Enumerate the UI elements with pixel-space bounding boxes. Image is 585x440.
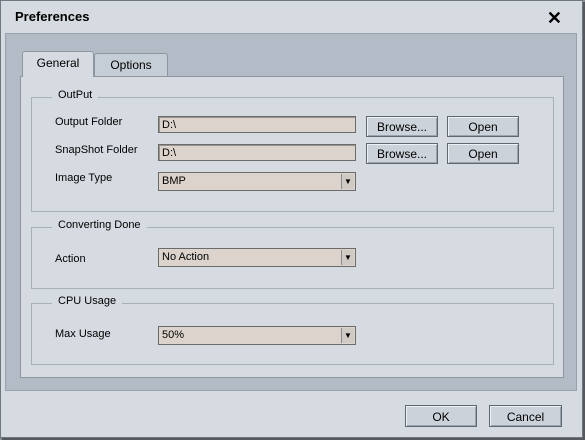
general-tab-page: OutPut Output Folder D:\ Browse... Open … bbox=[20, 76, 564, 378]
output-folder-field[interactable]: D:\ bbox=[158, 116, 356, 133]
cpu-usage-group: CPU Usage Max Usage 50% ▼ bbox=[31, 295, 554, 365]
action-value: No Action bbox=[162, 251, 210, 263]
output-group: OutPut Output Folder D:\ Browse... Open … bbox=[31, 89, 554, 212]
image-type-select[interactable]: BMP ▼ bbox=[158, 172, 356, 191]
action-label: Action bbox=[55, 253, 86, 265]
ok-button[interactable]: OK bbox=[405, 405, 477, 427]
converting-done-group: Converting Done Action No Action ▼ bbox=[31, 219, 554, 289]
content-panel: General Options OutPut Output Folder D:\… bbox=[5, 33, 577, 391]
action-select[interactable]: No Action ▼ bbox=[158, 248, 356, 267]
snapshot-folder-field[interactable]: D:\ bbox=[158, 144, 356, 161]
close-icon[interactable]: ✕ bbox=[547, 9, 562, 27]
output-browse-button[interactable]: Browse... bbox=[366, 116, 438, 137]
max-usage-value: 50% bbox=[162, 329, 185, 341]
output-group-legend: OutPut bbox=[52, 89, 99, 101]
snapshot-browse-button[interactable]: Browse... bbox=[366, 143, 438, 164]
max-usage-label: Max Usage bbox=[55, 328, 111, 340]
output-open-button[interactable]: Open bbox=[447, 116, 519, 137]
tab-options[interactable]: Options bbox=[94, 53, 168, 76]
tab-general[interactable]: General bbox=[22, 51, 94, 77]
output-folder-label: Output Folder bbox=[55, 116, 123, 128]
dialog-title: Preferences bbox=[15, 9, 90, 24]
snapshot-folder-label: SnapShot Folder bbox=[55, 144, 138, 156]
image-type-value: BMP bbox=[162, 175, 186, 187]
chevron-down-icon[interactable]: ▼ bbox=[341, 328, 354, 343]
cpu-usage-legend: CPU Usage bbox=[52, 295, 123, 307]
preferences-dialog: Preferences ✕ General Options OutPut Out… bbox=[0, 0, 583, 438]
chevron-down-icon[interactable]: ▼ bbox=[341, 250, 354, 265]
cancel-button[interactable]: Cancel bbox=[489, 405, 562, 427]
title-bar: Preferences ✕ bbox=[1, 1, 582, 33]
max-usage-select[interactable]: 50% ▼ bbox=[158, 326, 356, 345]
chevron-down-icon[interactable]: ▼ bbox=[341, 174, 354, 189]
snapshot-open-button[interactable]: Open bbox=[447, 143, 519, 164]
image-type-label: Image Type bbox=[55, 172, 113, 184]
converting-done-legend: Converting Done bbox=[52, 219, 147, 231]
